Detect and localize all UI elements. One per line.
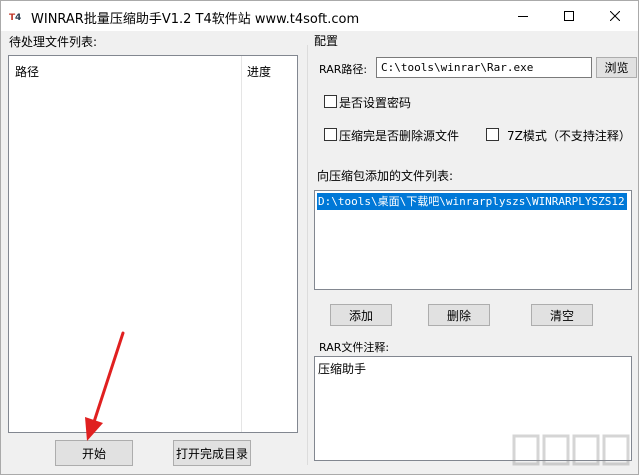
minimize-button[interactable] — [500, 1, 546, 31]
comment-label: RAR文件注释: — [319, 341, 390, 354]
pending-files-label: 待处理文件列表: — [9, 35, 98, 49]
close-button[interactable] — [592, 1, 638, 31]
close-icon — [610, 11, 620, 21]
column-separator[interactable] — [241, 56, 242, 432]
column-header-path[interactable]: 路径 — [15, 63, 39, 80]
column-header-progress[interactable]: 进度 — [247, 63, 271, 80]
clear-button[interactable]: 清空 — [531, 304, 593, 326]
window-title: WINRAR批量压缩助手V1.2 T4软件站 www.t4soft.com — [31, 12, 360, 27]
delete-source-label[interactable]: 压缩完是否删除源文件 — [339, 127, 459, 144]
open-output-dir-button[interactable]: 打开完成目录 — [173, 440, 251, 466]
rar-path-label: RAR路径: — [319, 63, 368, 76]
minimize-icon — [518, 16, 528, 17]
app-window: T 4 WINRAR批量压缩助手V1.2 T4软件站 www.t4soft.co… — [0, 0, 639, 475]
pending-files-list[interactable]: 路径 进度 — [8, 55, 298, 433]
list-item[interactable]: D:\tools\桌面\下载吧\winrarplyszs\WINRARPLYSZ… — [317, 193, 627, 210]
app-logo-icon: T 4 — [9, 13, 21, 22]
rar-path-input[interactable]: C:\tools\winrar\Rar.exe — [376, 57, 592, 78]
sevenz-mode-label[interactable]: 7Z模式（不支持注释） — [507, 127, 631, 144]
add-button[interactable]: 添加 — [330, 304, 392, 326]
set-password-label[interactable]: 是否设置密码 — [339, 94, 411, 111]
watermark-logo-icon — [512, 434, 630, 466]
browse-button[interactable]: 浏览 — [596, 57, 637, 78]
svg-text:4: 4 — [15, 13, 21, 22]
title-bar[interactable]: T 4 WINRAR批量压缩助手V1.2 T4软件站 www.t4soft.co… — [1, 1, 638, 31]
sevenz-mode-checkbox[interactable] — [486, 128, 499, 141]
annotation-arrow — [85, 331, 125, 441]
file-list-label: 向压缩包添加的文件列表: — [317, 169, 454, 183]
set-password-checkbox[interactable] — [324, 95, 337, 108]
delete-source-checkbox[interactable] — [324, 128, 337, 141]
comment-text: 压缩助手 — [318, 362, 367, 376]
maximize-icon — [564, 11, 574, 21]
delete-button[interactable]: 删除 — [428, 304, 490, 326]
files-to-add-list[interactable]: D:\tools\桌面\下载吧\winrarplyszs\WINRARPLYSZ… — [314, 190, 632, 290]
maximize-button[interactable] — [546, 1, 592, 31]
